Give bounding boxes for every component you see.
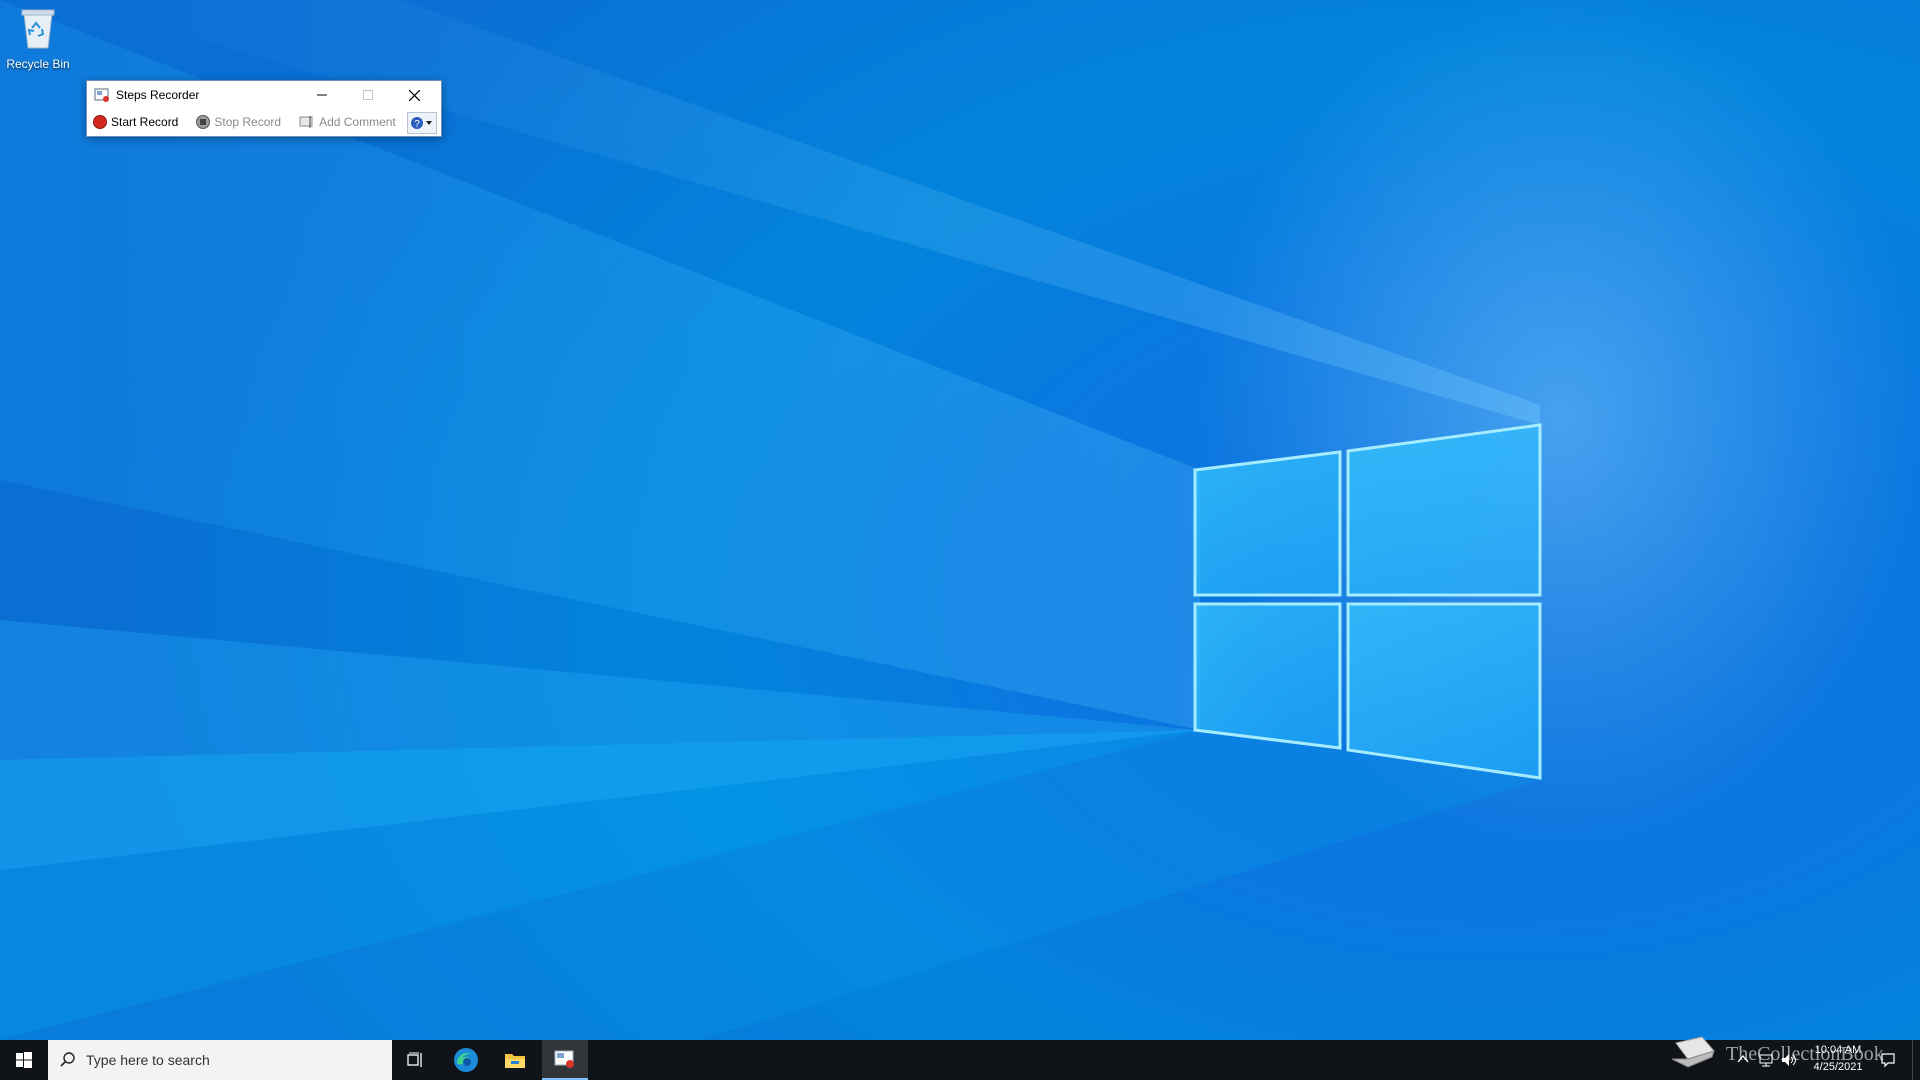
svg-text:?: ? (414, 119, 420, 130)
network-icon[interactable] (1758, 1052, 1774, 1068)
notification-icon (1881, 1053, 1895, 1068)
recycle-bin-desktop-icon[interactable]: Recycle Bin (4, 6, 72, 76)
comment-icon (299, 116, 313, 128)
system-clock[interactable]: 10:04 AM 4/25/2021 (1798, 1042, 1878, 1078)
close-button[interactable] (391, 81, 437, 109)
edge-taskbar-button[interactable] (446, 1040, 486, 1080)
add-comment-label: Add Comment (319, 115, 396, 129)
add-comment-button: Add Comment (295, 111, 400, 133)
steps-recorder-icon (94, 88, 109, 102)
stop-record-button: Stop Record (192, 111, 285, 133)
window-title: Steps Recorder (116, 88, 200, 102)
steps-recorder-window: Steps Recorder Start Record Stop Record (86, 80, 442, 137)
toolbar: Start Record Stop Record Add Comment ? (87, 109, 441, 135)
action-center-button[interactable] (1874, 1042, 1902, 1078)
file-explorer-taskbar-button[interactable] (495, 1040, 535, 1080)
recycle-bin-icon (21, 9, 55, 49)
wallpaper-light-beams (0, 0, 1540, 1040)
clock-date: 4/25/2021 (1813, 1061, 1863, 1073)
stop-record-label: Stop Record (214, 115, 282, 129)
windows-logo (1193, 423, 1542, 780)
recycle-bin-label: Recycle Bin (6, 57, 70, 71)
show-hidden-icons-icon[interactable] (1736, 1052, 1750, 1066)
task-view-button[interactable] (396, 1040, 436, 1080)
task-view-icon (407, 1052, 422, 1067)
edge-icon (454, 1048, 478, 1072)
close-icon (408, 89, 420, 101)
clock-time: 10:04 AM (1814, 1044, 1862, 1056)
taskbar: Type here to search (0, 1040, 1920, 1080)
search-placeholder: Type here to search (86, 1052, 210, 1068)
volume-icon[interactable] (1780, 1052, 1798, 1068)
minimize-icon (317, 94, 327, 96)
stop-icon (196, 115, 211, 129)
taskbar-search-box[interactable]: Type here to search (48, 1040, 392, 1080)
steps-recorder-icon (554, 1050, 574, 1068)
search-icon (60, 1052, 75, 1067)
start-record-button[interactable]: Start Record (89, 111, 182, 133)
steps-recorder-taskbar-button[interactable] (542, 1040, 588, 1080)
windows-start-icon (16, 1052, 32, 1068)
title-bar[interactable]: Steps Recorder (87, 81, 441, 109)
start-record-label: Start Record (111, 115, 179, 129)
show-desktop-button[interactable] (1912, 1040, 1920, 1080)
start-button[interactable] (0, 1040, 48, 1080)
help-dropdown-button[interactable]: ? (407, 112, 437, 134)
record-icon (93, 115, 107, 129)
minimize-button[interactable] (299, 81, 345, 109)
maximize-icon (363, 90, 373, 100)
desktop: Recycle Bin Steps Recorder Start Record … (0, 0, 1920, 1040)
help-icon: ? (411, 117, 432, 130)
maximize-button (345, 81, 391, 109)
file-explorer-icon (505, 1054, 525, 1068)
book-logo-icon (1671, 1036, 1715, 1068)
